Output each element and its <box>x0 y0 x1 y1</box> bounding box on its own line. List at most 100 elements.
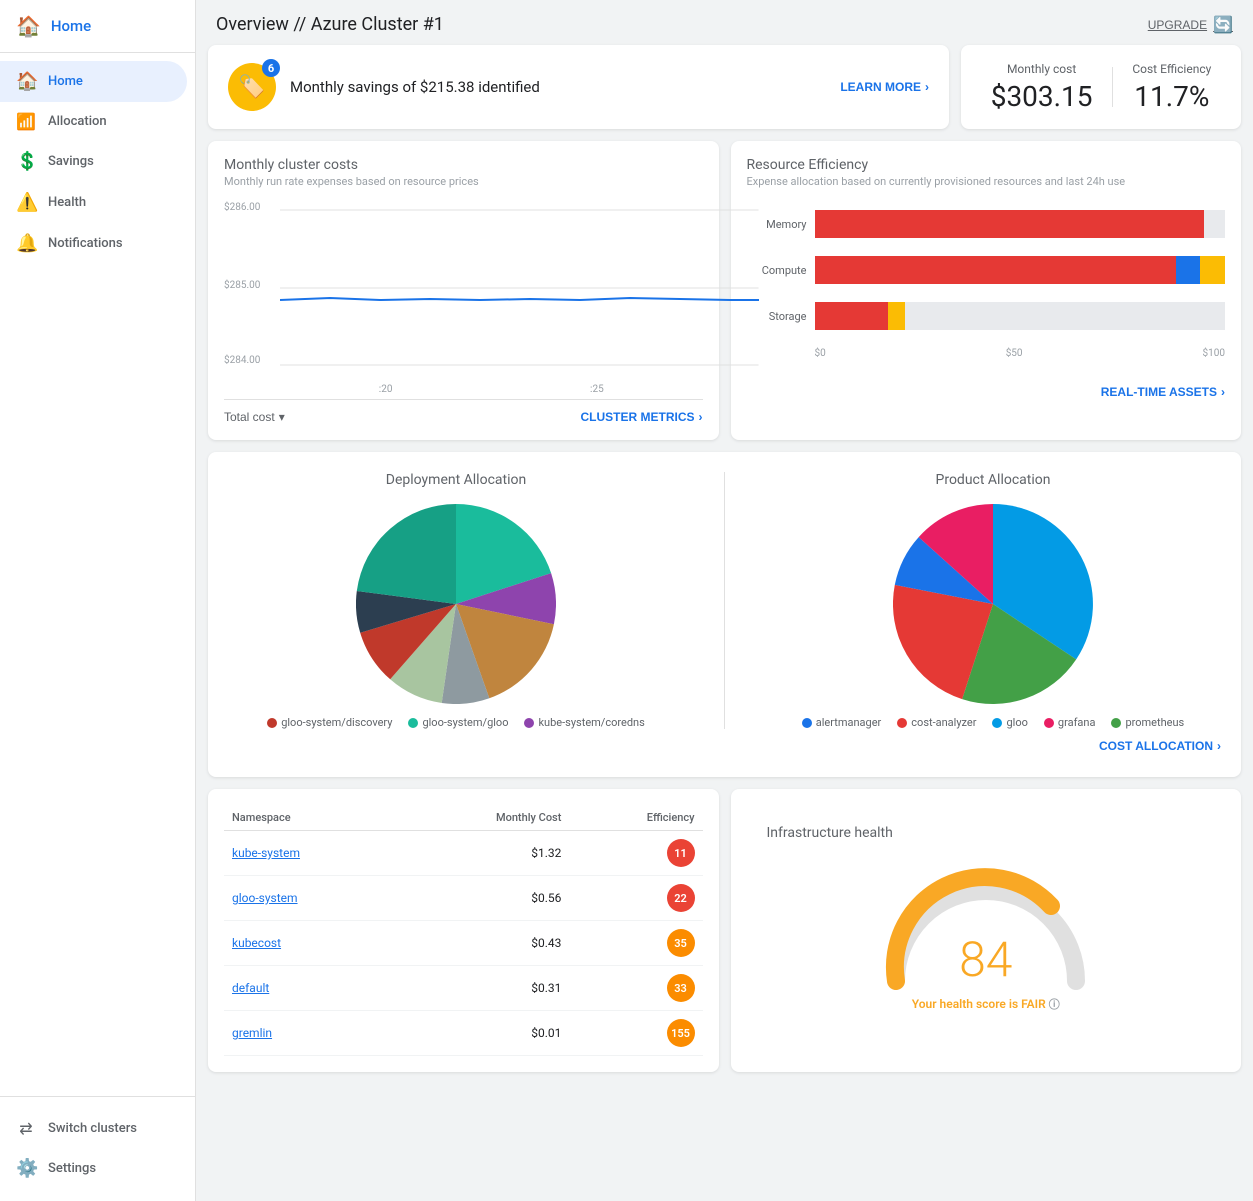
col-monthly-cost: Monthly Cost <box>399 805 569 831</box>
cost-allocation-button[interactable]: COST ALLOCATION › <box>1099 739 1221 753</box>
home-icon: 🏠 <box>16 71 36 92</box>
sidebar-item-savings[interactable]: 💲 Savings <box>0 141 187 182</box>
namespace-name: gloo-system <box>224 876 399 921</box>
info-icon[interactable]: ⓘ <box>1049 998 1060 1011</box>
x-label-0: :20 <box>379 384 393 395</box>
legend-label-coredns: kube-system/coredns <box>538 716 644 729</box>
slice-other5 <box>357 504 456 604</box>
sidebar: 🏠 Home 🏠 Home 📶 Allocation 💲 Savings ⚠️ … <box>0 0 196 1201</box>
switch-clusters-icon: ⇄ <box>16 1119 36 1138</box>
monthly-costs-card: Monthly cluster costs Monthly run rate e… <box>208 141 719 440</box>
legend-dot-cost-analyzer <box>897 718 907 728</box>
sidebar-nav: 🏠 Home 📶 Allocation 💲 Savings ⚠️ Health … <box>0 53 195 1096</box>
deployment-allocation-title: Deployment Allocation <box>228 472 684 488</box>
monthly-costs-subtitle: Monthly run rate expenses based on resou… <box>224 175 703 188</box>
namespace-link[interactable]: gremlin <box>232 1026 272 1040</box>
sidebar-item-savings-label: Savings <box>48 154 94 169</box>
savings-badge: 6 <box>262 59 280 77</box>
bar-track-compute <box>815 256 1226 284</box>
namespace-cost: $0.31 <box>399 966 569 1011</box>
namespace-link[interactable]: default <box>232 981 269 995</box>
col-namespace: Namespace <box>224 805 399 831</box>
line-chart-svg <box>280 200 759 380</box>
namespace-efficiency: 22 <box>569 876 702 921</box>
chevron-right-icon: › <box>1217 739 1221 753</box>
upgrade-label: UPGRADE <box>1148 18 1207 32</box>
learn-more-button[interactable]: LEARN MORE › <box>840 80 929 94</box>
legend-label-alertmanager: alertmanager <box>816 716 882 729</box>
efficiency-badge: 11 <box>667 839 695 867</box>
sidebar-item-health-label: Health <box>48 195 86 210</box>
total-cost-button[interactable]: Total cost ▾ <box>224 410 285 424</box>
efficiency-badge: 35 <box>667 929 695 957</box>
savings-icon: 💲 <box>16 151 36 172</box>
x-label-1: $50 <box>1006 348 1023 359</box>
namespace-cost: $0.43 <box>399 921 569 966</box>
sidebar-item-switch-clusters[interactable]: ⇄ Switch clusters <box>0 1109 187 1148</box>
efficiency-value: 11.7% <box>1132 80 1211 113</box>
namespace-link[interactable]: kube-system <box>232 846 300 860</box>
sidebar-item-home[interactable]: 🏠 Home <box>0 61 187 102</box>
settings-icon: ⚙️ <box>16 1158 36 1179</box>
sidebar-item-home-label: Home <box>48 74 83 89</box>
bar-seg-storage-gray <box>905 302 1225 330</box>
namespace-link[interactable]: kubecost <box>232 936 281 950</box>
legend-item-alertmanager: alertmanager <box>802 716 882 729</box>
legend-dot-gloo-product <box>992 718 1002 728</box>
y-label-1: $285.00 <box>224 280 260 291</box>
bar-seg-compute-yellow <box>1200 256 1225 284</box>
deployment-legend: gloo-system/discovery gloo-system/gloo k… <box>228 716 684 729</box>
home-logo-icon: 🏠 <box>16 14 41 38</box>
legend-dot-grafana <box>1044 718 1054 728</box>
metrics-card: Monthly cost $303.15 Cost Efficiency 11.… <box>961 45 1241 129</box>
real-time-assets-button[interactable]: REAL-TIME ASSETS › <box>1101 385 1225 399</box>
namespace-link[interactable]: gloo-system <box>232 891 298 905</box>
sidebar-item-settings[interactable]: ⚙️ Settings <box>0 1148 187 1189</box>
gauge-wrap: Infrastructure health 84 Your health sco… <box>747 805 1226 1032</box>
legend-label-discovery: gloo-system/discovery <box>281 716 392 729</box>
bar-seg-compute-blue <box>1176 256 1201 284</box>
namespace-efficiency: 33 <box>569 966 702 1011</box>
alloc-cols: Deployment Allocation <box>228 472 1221 729</box>
savings-icon-wrap: 🏷️ 6 <box>228 63 276 111</box>
alloc-divider <box>724 472 725 729</box>
legend-dot-gloo <box>408 718 418 728</box>
efficiency-badge: 22 <box>667 884 695 912</box>
sidebar-item-health[interactable]: ⚠️ Health <box>0 182 187 223</box>
chevron-right-icon: › <box>1221 385 1225 399</box>
sidebar-item-allocation[interactable]: 📶 Allocation <box>0 102 187 141</box>
real-time-row: REAL-TIME ASSETS › <box>747 377 1226 399</box>
savings-banner-card: 🏷️ 6 Monthly savings of $215.38 identifi… <box>208 45 949 129</box>
cluster-metrics-button[interactable]: CLUSTER METRICS › <box>581 410 703 424</box>
legend-item-gloo-product: gloo <box>992 716 1027 729</box>
bottom-row: Namespace Monthly Cost Efficiency kube-s… <box>196 789 1253 1084</box>
product-pie-wrap <box>765 504 1221 704</box>
bar-row-compute: Compute <box>747 256 1226 284</box>
bar-seg-storage-yellow <box>888 302 904 330</box>
health-rating: FAIR <box>1021 997 1046 1011</box>
legend-dot-prometheus <box>1111 718 1121 728</box>
legend-label-grafana: grafana <box>1058 716 1096 729</box>
chevron-right-icon: › <box>699 410 703 424</box>
resource-efficiency-subtitle: Expense allocation based on currently pr… <box>747 175 1226 188</box>
namespace-efficiency: 155 <box>569 1011 702 1056</box>
total-cost-label: Total cost <box>224 410 275 424</box>
y-label-0: $286.00 <box>224 202 260 213</box>
x-label-0: $0 <box>815 348 826 359</box>
monthly-cost-metric: Monthly cost $303.15 <box>991 62 1093 113</box>
upgrade-button[interactable]: UPGRADE 🔄 <box>1148 15 1233 35</box>
chart-footer: Total cost ▾ CLUSTER METRICS › <box>224 410 703 424</box>
legend-item-coredns: kube-system/coredns <box>524 716 644 729</box>
bar-label-storage: Storage <box>747 310 807 323</box>
deployment-pie-svg <box>356 504 556 704</box>
sidebar-item-notifications[interactable]: 🔔 Notifications <box>0 223 187 264</box>
bar-row-memory: Memory <box>747 210 1226 238</box>
health-icon: ⚠️ <box>16 192 36 213</box>
table-row: kubecost $0.43 35 <box>224 921 703 966</box>
namespace-cost: $0.56 <box>399 876 569 921</box>
savings-text: Monthly savings of $215.38 identified <box>290 78 540 96</box>
x-label-1: :25 <box>590 384 604 395</box>
allocation-card: Deployment Allocation <box>208 452 1241 777</box>
legend-item-prometheus: prometheus <box>1111 716 1184 729</box>
namespace-tbody: kube-system$1.3211gloo-system$0.5622kube… <box>224 831 703 1056</box>
